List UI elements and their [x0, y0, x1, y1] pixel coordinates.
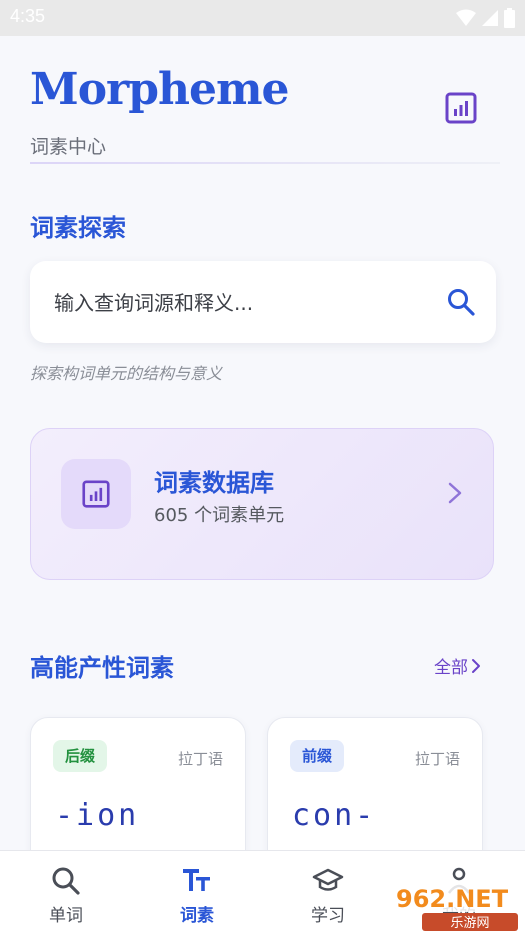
- app-subtitle: 词素中心: [30, 136, 107, 158]
- database-title: 词素数据库: [154, 469, 274, 497]
- search-icon[interactable]: [446, 287, 476, 317]
- nav-label: 学习: [311, 906, 345, 926]
- wifi-icon: [456, 9, 476, 26]
- nav-item-morphemes[interactable]: 词素: [147, 851, 247, 934]
- bar-chart-icon: [82, 480, 110, 508]
- nav-item-words[interactable]: 单词: [16, 851, 116, 934]
- see-all-link[interactable]: 全部: [434, 653, 481, 678]
- watermark-text: 962.NET: [396, 885, 509, 913]
- app-title: Morpheme: [30, 64, 290, 115]
- watermark-sub: 乐游网: [450, 916, 489, 931]
- search-box: [30, 261, 496, 343]
- morpheme-language: 拉丁语: [414, 750, 460, 768]
- bar-chart-icon[interactable]: [445, 92, 477, 124]
- search-input[interactable]: [52, 285, 426, 321]
- nav-item-learn[interactable]: 学习: [278, 851, 378, 934]
- status-icons: [456, 8, 515, 28]
- morpheme-text: con-: [292, 798, 377, 833]
- morpheme-database-card[interactable]: 词素数据库 605 个词素单元: [30, 428, 494, 580]
- text-size-icon: [183, 869, 210, 891]
- site-watermark: 962.NET 乐游网: [390, 882, 520, 931]
- database-icon-container: [61, 459, 131, 529]
- chevron-right-icon: [472, 658, 480, 673]
- explore-section-title: 词素探索: [30, 214, 126, 242]
- nav-label: 单词: [49, 906, 83, 926]
- chevron-right-icon: [448, 482, 462, 504]
- status-bar: 4:35: [0, 0, 525, 36]
- productive-section-title: 高能产性词素: [30, 654, 174, 682]
- graduation-cap-icon: [312, 868, 344, 891]
- see-all-label: 全部: [434, 658, 468, 678]
- battery-icon: [504, 8, 515, 28]
- morpheme-language: 拉丁语: [177, 750, 223, 768]
- search-icon: [52, 867, 80, 895]
- signal-icon: [482, 10, 498, 26]
- title-divider: [30, 162, 500, 164]
- morpheme-text: -ion: [55, 798, 140, 833]
- status-time: 4:35: [10, 6, 46, 26]
- database-count: 605 个词素单元: [154, 505, 285, 526]
- morpheme-type-tag: 前缀: [290, 740, 345, 772]
- morpheme-type-tag: 后缀: [53, 740, 108, 772]
- search-hint: 探索构词单元的结构与意义: [30, 364, 223, 383]
- nav-label: 词素: [180, 906, 214, 926]
